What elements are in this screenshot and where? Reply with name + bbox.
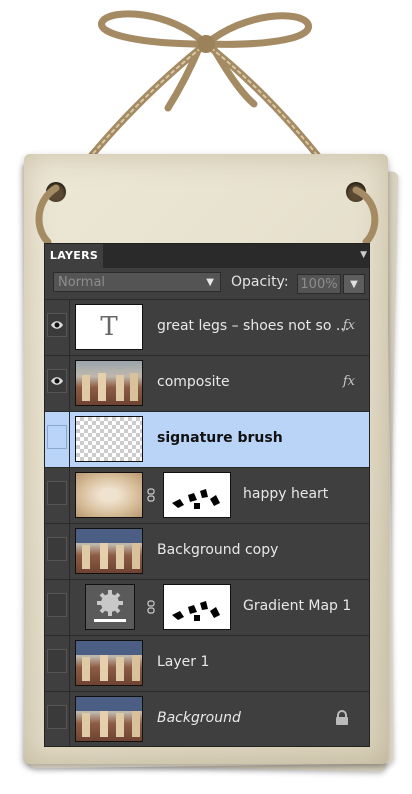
opacity-label: Opacity:	[231, 274, 289, 290]
chevron-down-icon: ▼	[206, 277, 214, 288]
layer-row[interactable]: Gradient Map 1	[45, 579, 369, 635]
visibility-toggle[interactable]	[47, 369, 67, 393]
visibility-toggle[interactable]	[47, 481, 67, 505]
row-divider	[69, 524, 70, 579]
layer-mask-thumbnail[interactable]	[163, 472, 231, 518]
row-divider	[69, 580, 70, 635]
eye-icon	[51, 377, 63, 385]
row-divider	[69, 356, 70, 411]
blend-mode-value: Normal	[58, 275, 106, 290]
fx-icon[interactable]: fx	[343, 374, 355, 389]
layer-thumbnail-photo	[75, 360, 143, 406]
gear-icon	[94, 590, 126, 622]
row-divider	[69, 300, 70, 355]
layer-row[interactable]: Background	[45, 691, 369, 746]
layer-name[interactable]: Background copy	[157, 542, 278, 558]
layer-row[interactable]: Layer 1	[45, 635, 369, 691]
layers-tab[interactable]: LAYERS	[45, 244, 103, 268]
layer-row-selected[interactable]: signature brush	[45, 411, 369, 467]
layer-mask-thumbnail[interactable]	[163, 584, 231, 630]
layer-thumbnail-photo	[75, 528, 143, 574]
fx-icon[interactable]: fx	[343, 318, 355, 333]
layers-panel: LAYERS ▼ Normal ▼ Opacity: 100% ▼ T grea…	[44, 243, 370, 747]
visibility-toggle[interactable]	[47, 705, 67, 729]
layer-name[interactable]: Gradient Map 1	[243, 598, 351, 614]
layer-row[interactable]: composite fx	[45, 355, 369, 411]
layers-list: T great legs – shoes not so ... fx compo…	[45, 299, 369, 746]
visibility-toggle[interactable]	[47, 649, 67, 673]
row-divider	[69, 412, 70, 467]
layer-thumbnail-photo	[75, 696, 143, 742]
twine-knot	[197, 35, 215, 53]
eye-icon	[51, 321, 63, 329]
layer-name[interactable]: composite	[157, 374, 230, 390]
visibility-toggle[interactable]	[47, 425, 67, 449]
layer-name[interactable]: Background	[157, 710, 241, 726]
layer-name[interactable]: Layer 1	[157, 654, 209, 670]
layer-name[interactable]: great legs – shoes not so ...	[157, 318, 349, 334]
visibility-toggle[interactable]	[47, 313, 67, 337]
panel-menu-icon[interactable]: ▼	[360, 250, 367, 260]
row-divider	[69, 468, 70, 523]
visibility-toggle[interactable]	[47, 593, 67, 617]
lock-icon	[336, 710, 348, 725]
chain-link-icon[interactable]	[147, 600, 155, 614]
row-divider	[69, 636, 70, 691]
layer-row[interactable]: T great legs – shoes not so ... fx	[45, 299, 369, 355]
visibility-toggle[interactable]	[47, 537, 67, 561]
layer-name[interactable]: happy heart	[243, 486, 328, 502]
layer-thumbnail-text: T	[75, 304, 143, 350]
layer-row[interactable]: happy heart	[45, 467, 369, 523]
adjustment-layer-thumbnail	[85, 584, 135, 630]
row-divider	[69, 692, 70, 746]
layer-thumbnail-transparent	[75, 416, 143, 462]
layer-thumbnail-photo	[75, 640, 143, 686]
layer-row[interactable]: Background copy	[45, 523, 369, 579]
blend-mode-dropdown[interactable]: Normal ▼	[53, 272, 221, 292]
chain-link-icon[interactable]	[147, 488, 155, 502]
opacity-slider-button[interactable]: ▼	[343, 274, 365, 294]
opacity-field[interactable]: 100%	[297, 274, 341, 294]
panel-tab-bar: LAYERS ▼	[45, 244, 369, 268]
layer-thumbnail-vignette	[75, 472, 143, 518]
layer-name[interactable]: signature brush	[157, 430, 283, 446]
